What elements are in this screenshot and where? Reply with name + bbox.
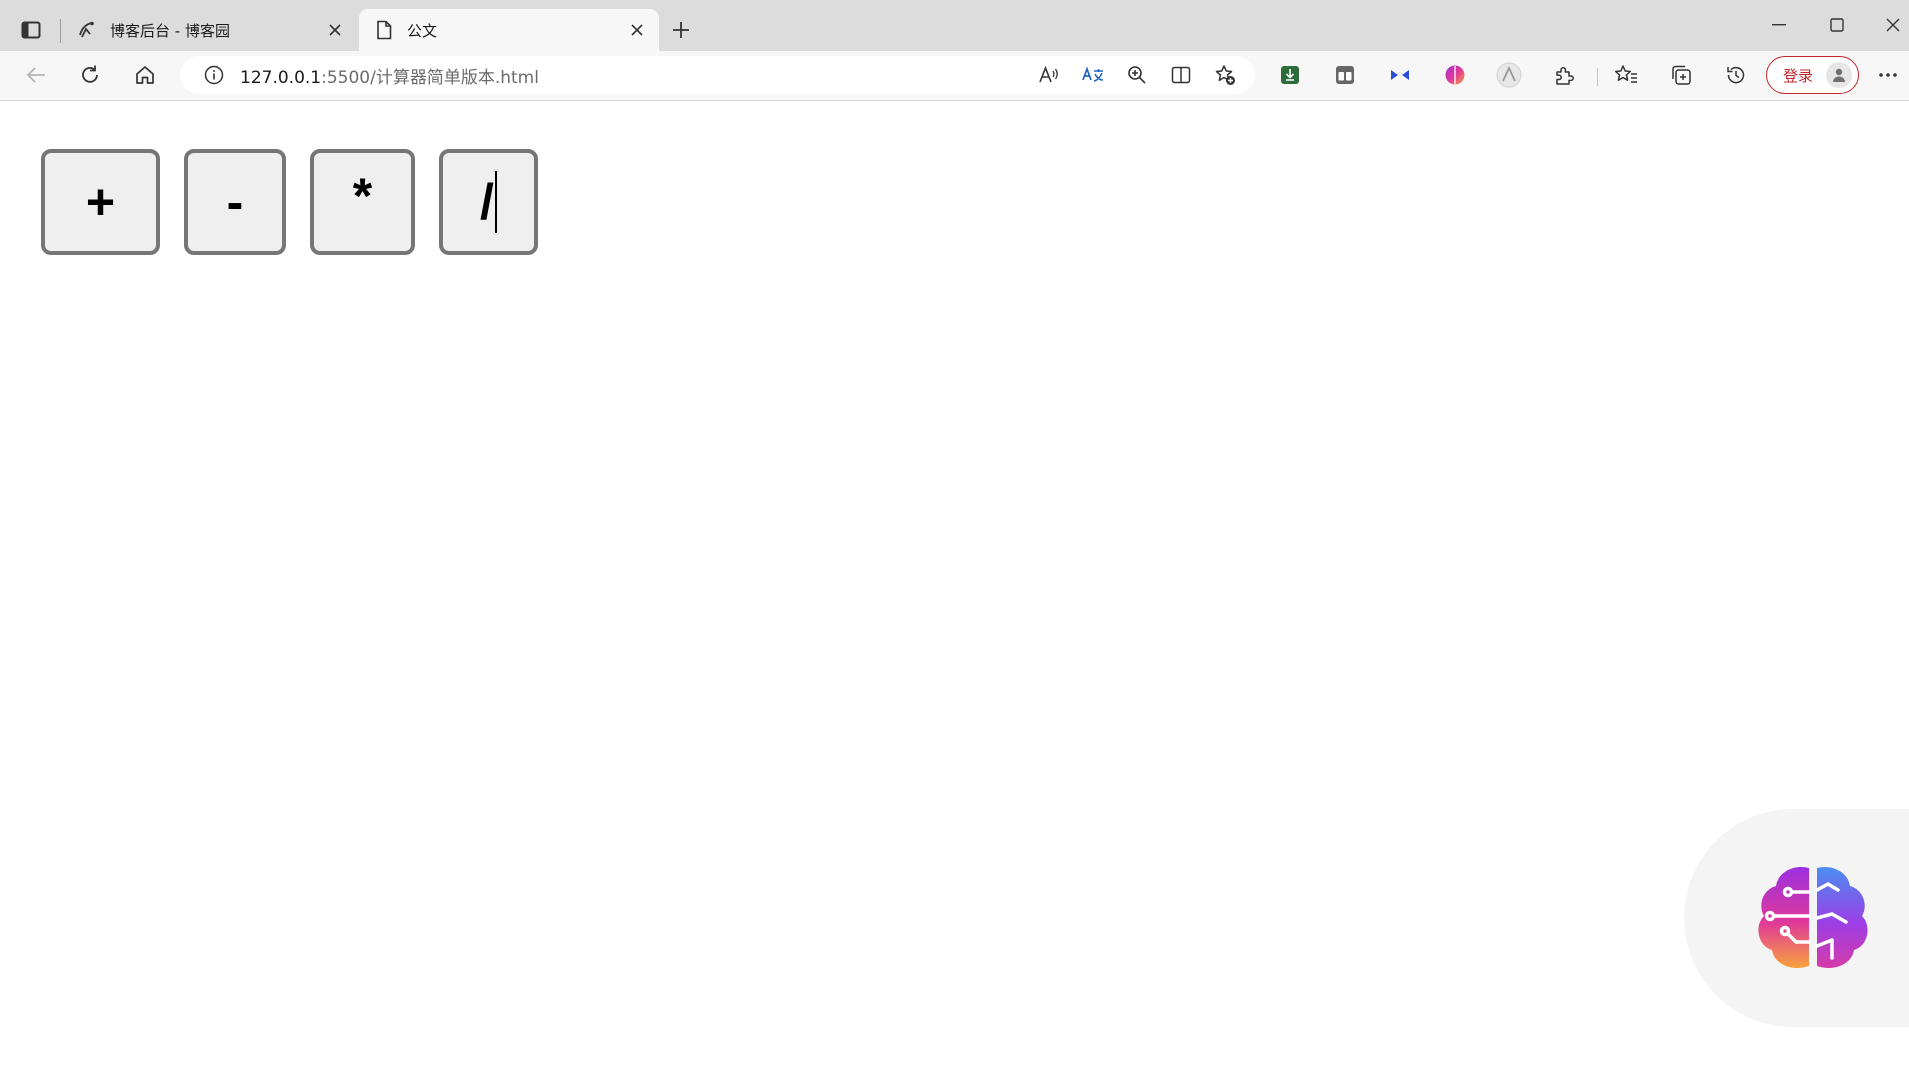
extension-green-button[interactable] <box>1272 57 1308 93</box>
read-aloud-icon[interactable] <box>1031 57 1067 93</box>
browser-toolbar: 127.0.0.1:5500/计算器简单版本.html 登录 <box>0 51 1909 101</box>
divide-button[interactable]: / <box>439 149 538 255</box>
user-icon <box>1833 68 1845 82</box>
settings-more-button[interactable] <box>1870 57 1906 93</box>
login-label: 登录 <box>1783 66 1814 85</box>
tab-actions-menu-button[interactable] <box>14 13 48 47</box>
url-path: :5500/计算器简单版本.html <box>321 67 539 88</box>
document-icon <box>373 19 395 41</box>
tab-title: 博客后台 - 博客园 <box>110 21 230 40</box>
extension-grid-icon <box>1336 66 1354 84</box>
translate-icon[interactable] <box>1075 57 1111 93</box>
cnblogs-favicon-icon <box>76 19 98 41</box>
divide-label: / <box>480 174 494 230</box>
maximize-button[interactable] <box>1814 8 1860 42</box>
multiply-label: * <box>352 168 373 224</box>
tab-separator <box>60 19 61 43</box>
maximize-icon <box>1830 18 1844 32</box>
floating-ai-widget[interactable] <box>1684 809 1909 1027</box>
refresh-button[interactable] <box>72 57 108 93</box>
close-window-button[interactable] <box>1870 8 1909 42</box>
url-host: 127.0.0.1 <box>240 67 322 88</box>
address-bar[interactable]: 127.0.0.1:5500/计算器简单版本.html <box>180 56 1255 94</box>
extension-profile-button[interactable] <box>1491 57 1527 93</box>
sidebar-icon <box>21 21 41 39</box>
tab-strip: 博客后台 - 博客园 公文 <box>0 0 1909 51</box>
extensions-button[interactable] <box>1546 57 1582 93</box>
split-screen-icon[interactable] <box>1163 57 1199 93</box>
collections-icon <box>1672 65 1691 85</box>
download-extension-icon <box>1281 66 1299 84</box>
page-content: + - * / <box>0 101 1909 1078</box>
add-button[interactable]: + <box>41 149 160 255</box>
brain-icon <box>1758 866 1868 969</box>
zoom-icon[interactable] <box>1119 57 1155 93</box>
extension-arrows-button[interactable] <box>1382 57 1418 93</box>
close-icon[interactable] <box>321 16 349 44</box>
text-caret <box>494 171 497 233</box>
home-icon <box>136 66 154 84</box>
home-button[interactable] <box>127 57 163 93</box>
favorites-button[interactable] <box>1608 57 1644 93</box>
minimize-button[interactable] <box>1756 8 1802 42</box>
info-icon[interactable] <box>202 63 226 87</box>
address-bar-actions <box>1031 57 1243 93</box>
history-button[interactable] <box>1718 57 1754 93</box>
more-dots-icon <box>1879 73 1897 77</box>
add-favorite-icon[interactable] <box>1207 57 1243 93</box>
new-tab-button[interactable] <box>666 15 696 45</box>
url-text[interactable]: 127.0.0.1:5500/计算器简单版本.html <box>240 63 539 88</box>
tab-calculator[interactable]: 公文 <box>359 9 659 51</box>
login-button[interactable]: 登录 <box>1766 56 1859 94</box>
tab-title: 公文 <box>407 21 438 40</box>
avatar <box>1826 62 1852 88</box>
close-icon <box>1886 18 1900 32</box>
close-icon[interactable] <box>623 16 651 44</box>
arrow-left-icon <box>26 67 45 83</box>
back-button[interactable] <box>18 57 54 93</box>
refresh-icon <box>82 65 98 83</box>
bowtie-icon <box>1391 70 1409 80</box>
extension-collections-button[interactable] <box>1327 57 1363 93</box>
history-icon <box>1727 66 1745 84</box>
puzzle-icon <box>1556 67 1574 85</box>
extension-brain-button[interactable] <box>1437 57 1473 93</box>
plus-icon <box>673 22 689 38</box>
toolbar-separator <box>1597 68 1598 86</box>
multiply-button[interactable]: * <box>310 149 415 255</box>
minimize-icon <box>1772 24 1786 26</box>
tab-blog-admin[interactable]: 博客后台 - 博客园 <box>62 9 357 51</box>
brain-icon <box>1445 65 1465 85</box>
subtract-button[interactable]: - <box>184 149 286 255</box>
favorites-star-icon <box>1614 65 1637 83</box>
collections-button[interactable] <box>1663 57 1699 93</box>
triangle-logo-icon <box>1496 62 1522 88</box>
